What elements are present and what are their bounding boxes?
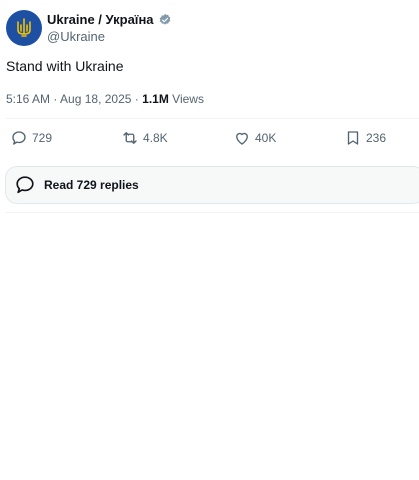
tweet-date[interactable]: Aug 18, 2025 — [60, 92, 131, 106]
views-count: 1.1M — [142, 92, 169, 106]
read-replies-label: Read 729 replies — [44, 178, 139, 192]
reply-button[interactable]: 729 — [10, 129, 52, 147]
like-count: 40K — [255, 131, 277, 145]
views-label: Views — [172, 92, 204, 106]
display-name[interactable]: Ukraine / Україна — [47, 12, 154, 27]
handle[interactable]: @Ukraine — [47, 29, 172, 44]
repost-button[interactable]: 4.8K — [121, 129, 168, 147]
avatar[interactable] — [6, 10, 42, 46]
reply-icon — [12, 131, 26, 145]
tweet-time[interactable]: 5:16 AM — [6, 92, 50, 106]
tweet-text: Stand with Ukraine — [6, 58, 124, 74]
action-bar: 729 4.8K 40K 236 — [6, 129, 419, 153]
divider — [6, 212, 419, 213]
bookmark-button[interactable]: 236 — [344, 129, 386, 147]
tweet-meta: 5:16 AM · Aug 18, 2025 · 1.1M Views — [6, 92, 204, 106]
divider — [6, 118, 419, 119]
reply-bubble-icon — [16, 176, 34, 194]
verified-badge-icon — [159, 13, 170, 25]
trident-icon — [17, 18, 31, 37]
bookmark-count: 236 — [366, 131, 387, 145]
heart-icon — [236, 132, 248, 145]
read-replies-button[interactable]: Read 729 replies — [5, 166, 419, 204]
bookmark-icon — [347, 131, 359, 145]
reply-count: 729 — [32, 131, 53, 145]
meta-separator: · — [53, 92, 58, 106]
repost-icon — [123, 132, 137, 144]
account-names: Ukraine / Україна @Ukraine — [47, 12, 172, 44]
tweet-header: Ukraine / Україна @Ukraine — [6, 10, 406, 46]
meta-separator: · — [134, 92, 139, 106]
repost-count: 4.8K — [143, 131, 168, 145]
like-button[interactable]: 40K — [233, 129, 276, 147]
